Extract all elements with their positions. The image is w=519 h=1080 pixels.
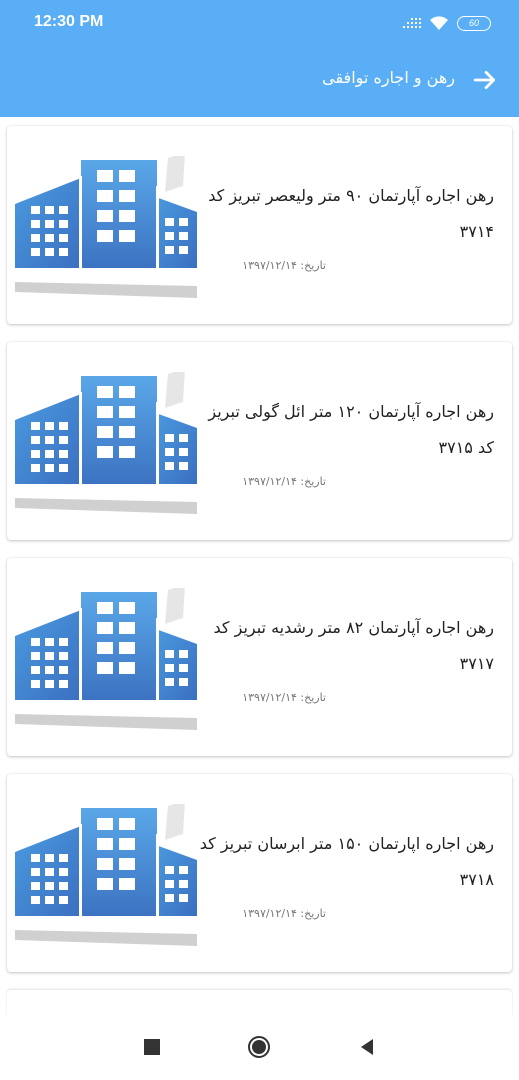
back-button[interactable]	[471, 66, 499, 94]
listing-title: رهن اجاره اپارتمان ۱۵۰ متر ابرسان تبریز …	[199, 834, 494, 889]
listing-date: تاریخ: ۱۳۹۷/۱۲/۱۴	[242, 907, 326, 920]
battery-icon: 60	[457, 15, 491, 31]
listing-title: رهن اجاره آپارتمان ۹۰ متر ولیعصر تبریز ک…	[208, 186, 494, 241]
battery-level: 60	[468, 17, 479, 28]
wifi-icon	[430, 16, 448, 30]
building-icon	[15, 588, 197, 730]
signal-icon	[403, 18, 421, 28]
listing-date: تاریخ: ۱۳۹۷/۱۲/۱۴	[242, 259, 326, 272]
system-nav-bar	[0, 1015, 519, 1080]
app-bar: 12:30 PM 60 رهن و اجاره توافقی	[0, 0, 519, 117]
listing-card[interactable]: رهن اجاره آپارتمان ۸۲ متر رشدیه تبریز کد…	[7, 558, 512, 756]
listing-card[interactable]: رهن اجاره اپارتمان ۱۵۰ متر ابرسان تبریز …	[7, 774, 512, 972]
building-icon	[15, 156, 197, 298]
listing-title: رهن اجاره آپارتمان ۱۲۰ متر ائل گولی تبری…	[208, 402, 494, 457]
status-icons: 60	[403, 13, 491, 33]
building-icon	[15, 372, 197, 514]
listing-title: رهن اجاره آپارتمان ۸۲ متر رشدیه تبریز کد…	[213, 618, 494, 673]
page-title: رهن و اجاره توافقی	[322, 68, 455, 87]
listing-list[interactable]: رهن اجاره آپارتمان ۹۰ متر ولیعصر تبریز ک…	[7, 126, 512, 990]
listing-card[interactable]: رهن اجاره آپارتمان ۱۲۰ متر ائل گولی تبری…	[7, 342, 512, 540]
status-time: 12:30 PM	[34, 13, 104, 30]
recents-square-icon[interactable]	[140, 1035, 164, 1059]
building-icon	[15, 804, 197, 946]
back-triangle-icon[interactable]	[355, 1035, 379, 1059]
arrow-forward-icon	[473, 71, 496, 89]
listing-card[interactable]: رهن اجاره آپارتمان ۹۰ متر ولیعصر تبریز ک…	[7, 126, 512, 324]
listing-date: تاریخ: ۱۳۹۷/۱۲/۱۴	[242, 691, 326, 704]
listing-date: تاریخ: ۱۳۹۷/۱۲/۱۴	[242, 475, 326, 488]
status-bar: 12:30 PM 60	[0, 0, 519, 46]
home-circle-icon[interactable]	[247, 1035, 271, 1059]
